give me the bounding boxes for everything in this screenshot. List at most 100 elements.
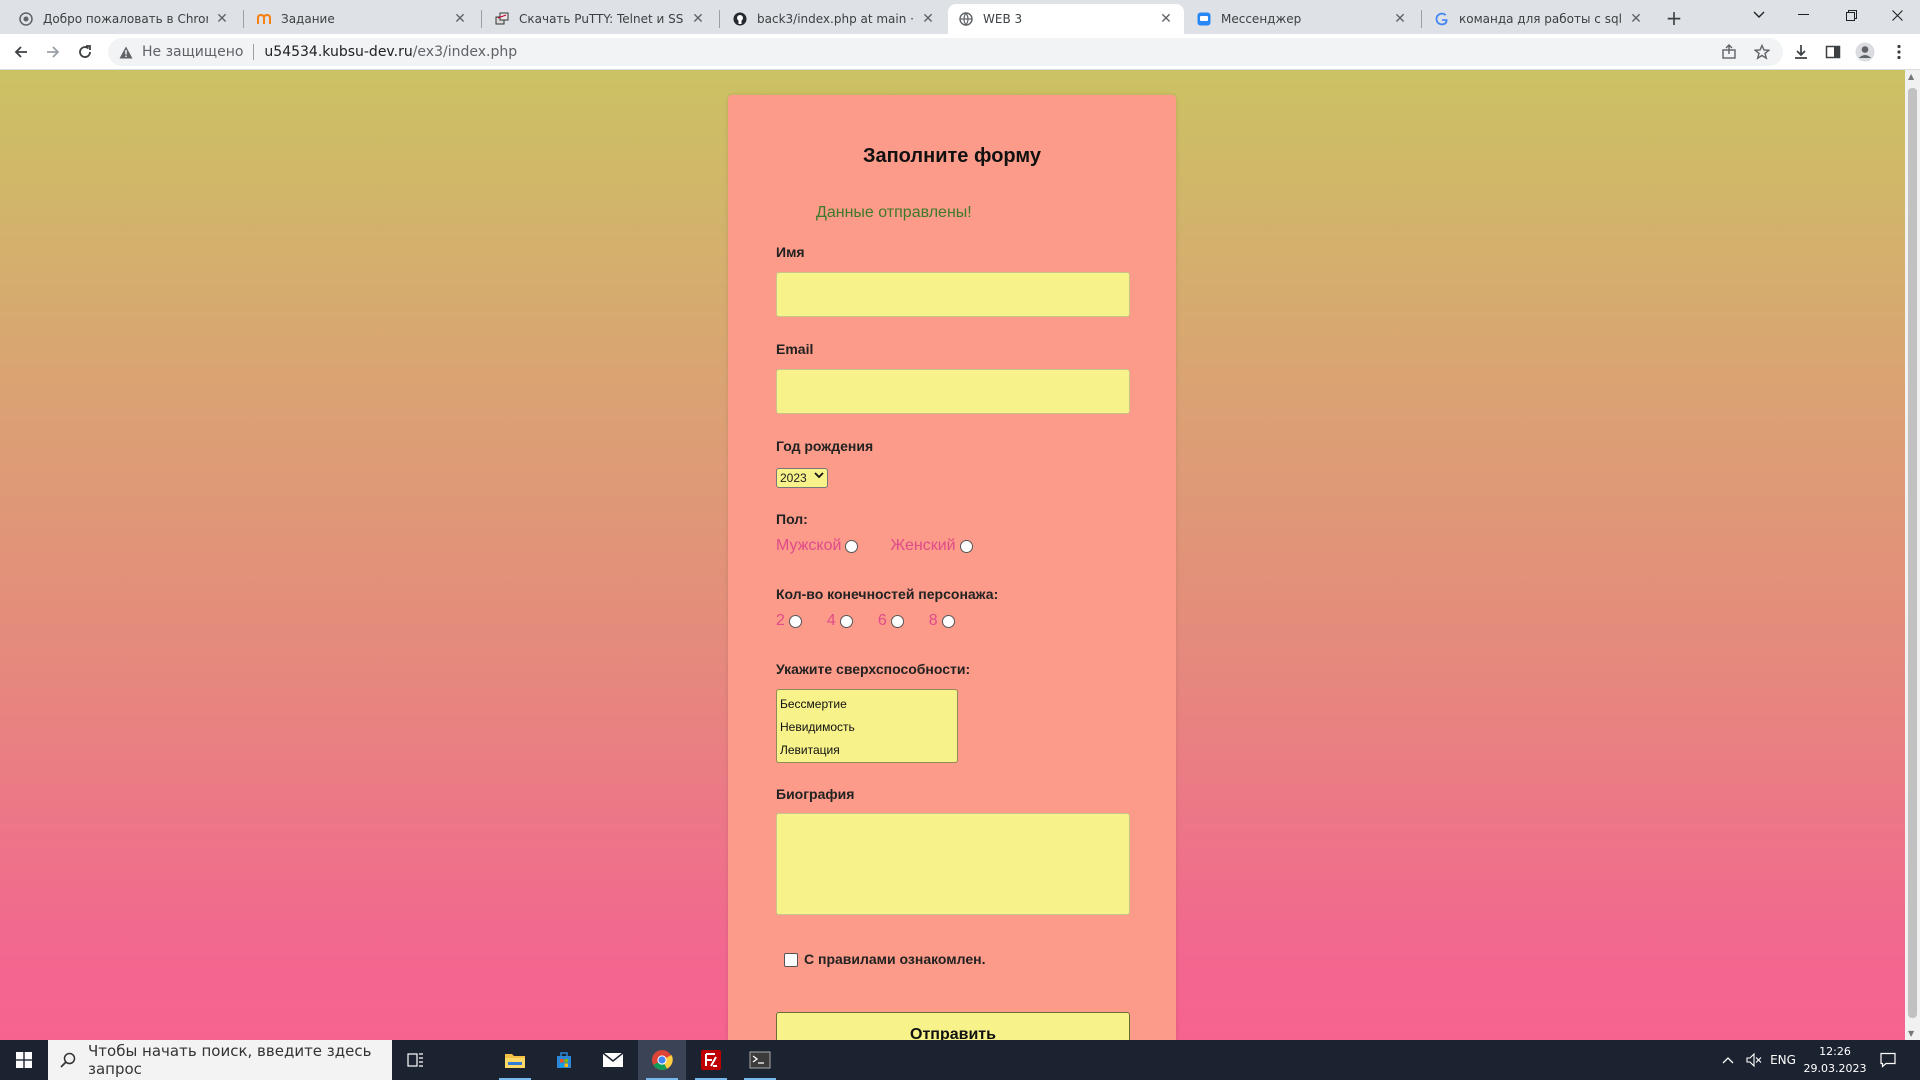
tab-chrome-welcome[interactable]: Добро пожаловать в Chrome! ✕ — [8, 4, 240, 34]
agree-checkbox[interactable] — [784, 953, 798, 967]
bookmark-star-icon[interactable] — [1749, 39, 1775, 65]
close-tab-icon[interactable]: ✕ — [690, 11, 706, 27]
radio-button[interactable] — [890, 614, 904, 628]
address-bar[interactable]: Не защищено u54534.kubsu-dev.ru/ex3/inde… — [108, 38, 1783, 66]
download-icon[interactable] — [1788, 39, 1814, 65]
clock-date: 29.03.2023 — [1803, 1062, 1867, 1075]
tab-google-sql[interactable]: команда для работы с sql - По ✕ — [1424, 4, 1654, 34]
minimize-icon[interactable] — [1780, 0, 1826, 30]
limbs-option[interactable]: 2 — [776, 612, 802, 630]
gender-option-label: Женский — [890, 537, 956, 554]
windows-start-icon[interactable] — [0, 1040, 48, 1080]
radio-button[interactable] — [845, 539, 859, 553]
github-icon — [732, 11, 748, 27]
tab-zadanie[interactable]: Задание ✕ — [246, 4, 478, 34]
side-panel-icon[interactable] — [1820, 39, 1846, 65]
tab-title: Мессенджер — [1221, 12, 1302, 26]
submit-button[interactable]: Отправить — [776, 1012, 1130, 1040]
powers-option[interactable]: Левитация — [780, 739, 954, 762]
moodle-icon — [256, 11, 272, 27]
terminal-icon[interactable] — [736, 1040, 784, 1080]
powers-multiselect[interactable]: Бессмертие Невидимость Левитация — [776, 689, 958, 763]
gender-label: Пол: — [776, 511, 808, 527]
share-icon[interactable] — [1716, 39, 1742, 65]
chevron-down-icon — [814, 471, 824, 482]
speaker-muted-icon[interactable] — [1742, 1040, 1766, 1080]
restore-icon[interactable] — [1828, 0, 1874, 30]
radio-button[interactable] — [788, 614, 802, 628]
forward-arrow-icon[interactable] — [40, 39, 66, 65]
powers-label: Укажите сверхспособности: — [776, 661, 971, 677]
close-tab-icon[interactable]: ✕ — [1628, 11, 1644, 27]
microsoft-store-icon[interactable] — [540, 1040, 588, 1080]
filezilla-icon[interactable] — [687, 1040, 735, 1080]
status-message: Данные отправлены! — [816, 204, 972, 221]
scroll-up-arrow-icon[interactable]: ▲ — [1908, 72, 1914, 81]
windows-taskbar: Чтобы начать поиск, введите здесь запрос… — [0, 1040, 1920, 1080]
tab-messenger[interactable]: Мессенджер ✕ — [1186, 4, 1418, 34]
close-tab-icon[interactable]: ✕ — [214, 11, 230, 27]
language-indicator[interactable]: ENG — [1768, 1040, 1798, 1080]
bio-label: Биография — [776, 786, 855, 802]
limbs-option-label: 6 — [877, 612, 887, 629]
tab-github[interactable]: back3/index.php at main · enaki ✕ — [722, 4, 946, 34]
radio-button[interactable] — [839, 614, 853, 628]
limbs-option-label: 8 — [928, 612, 938, 629]
agree-label[interactable]: С правилами ознакомлен. — [804, 951, 986, 967]
close-window-icon[interactable] — [1874, 0, 1920, 30]
page-scrollbar[interactable]: ▲ ▼ — [1905, 70, 1920, 1040]
tab-separator — [1421, 10, 1422, 28]
gender-option-female[interactable]: Женский — [890, 537, 973, 555]
tab-separator — [243, 10, 244, 28]
close-tab-icon[interactable]: ✕ — [920, 11, 936, 27]
name-input[interactable] — [776, 272, 1130, 317]
security-status-text[interactable]: Не защищено — [142, 44, 243, 60]
powers-option[interactable]: Невидимость — [780, 716, 954, 739]
close-tab-icon[interactable]: ✕ — [1158, 11, 1174, 27]
scroll-down-arrow-icon[interactable]: ▼ — [1908, 1029, 1914, 1038]
task-view-icon[interactable] — [392, 1040, 440, 1080]
scrollbar-thumb[interactable] — [1908, 88, 1917, 1018]
tab-separator — [719, 10, 720, 28]
limbs-option[interactable]: 6 — [878, 612, 904, 630]
url-host: u54534.kubsu-dev.ru — [264, 44, 413, 60]
notification-center-icon[interactable] — [1872, 1040, 1904, 1080]
tab-search-chevron-icon[interactable] — [1736, 0, 1782, 30]
new-tab-plus-icon[interactable]: + — [1662, 6, 1686, 30]
search-icon — [60, 1052, 76, 1068]
globe-icon — [958, 11, 974, 27]
form-card: Заполните форму Данные отправлены! Имя E… — [728, 95, 1176, 1040]
birth-year-select[interactable]: 2023 — [776, 468, 828, 488]
gender-radio-group: Мужской Женский — [776, 537, 973, 555]
chrome-taskbar-icon[interactable] — [638, 1040, 686, 1080]
file-explorer-icon[interactable] — [491, 1040, 539, 1080]
reload-icon[interactable] — [72, 39, 98, 65]
radio-button[interactable] — [941, 614, 955, 628]
url-path: /ex3/index.php — [412, 44, 518, 60]
tab-putty[interactable]: Скачать PuTTY: Telnet и SSH Kl ✕ — [484, 4, 716, 34]
browser-toolbar: Не защищено u54534.kubsu-dev.ru/ex3/inde… — [0, 34, 1920, 70]
taskbar-clock[interactable]: 12:26 29.03.2023 — [1800, 1043, 1870, 1077]
address-divider — [253, 44, 255, 60]
tab-title: WEB 3 — [983, 12, 1023, 26]
taskbar-search-box[interactable]: Чтобы начать поиск, введите здесь запрос — [48, 1040, 392, 1080]
limbs-option[interactable]: 8 — [929, 612, 955, 630]
tab-title: back3/index.php at main · enaki — [757, 12, 914, 26]
limbs-option[interactable]: 4 — [827, 612, 853, 630]
back-arrow-icon[interactable] — [8, 39, 34, 65]
menu-kebab-icon[interactable] — [1886, 39, 1912, 65]
close-tab-icon[interactable]: ✕ — [452, 11, 468, 27]
tab-web3[interactable]: WEB 3 ✕ — [948, 4, 1184, 34]
close-tab-icon[interactable]: ✕ — [1392, 11, 1408, 27]
email-input[interactable] — [776, 369, 1130, 414]
powers-option[interactable]: Бессмертие — [780, 693, 954, 716]
bio-textarea[interactable] — [776, 813, 1130, 915]
mail-icon[interactable] — [589, 1040, 637, 1080]
tray-chevron-up-icon[interactable] — [1718, 1040, 1738, 1080]
profile-avatar-icon[interactable] — [1852, 39, 1878, 65]
warning-triangle-icon[interactable] — [118, 44, 134, 60]
limbs-label: Кол-во конечностей персонажа: — [776, 586, 999, 602]
google-icon — [1434, 11, 1450, 27]
gender-option-male[interactable]: Мужской — [776, 537, 859, 555]
radio-button[interactable] — [959, 539, 973, 553]
